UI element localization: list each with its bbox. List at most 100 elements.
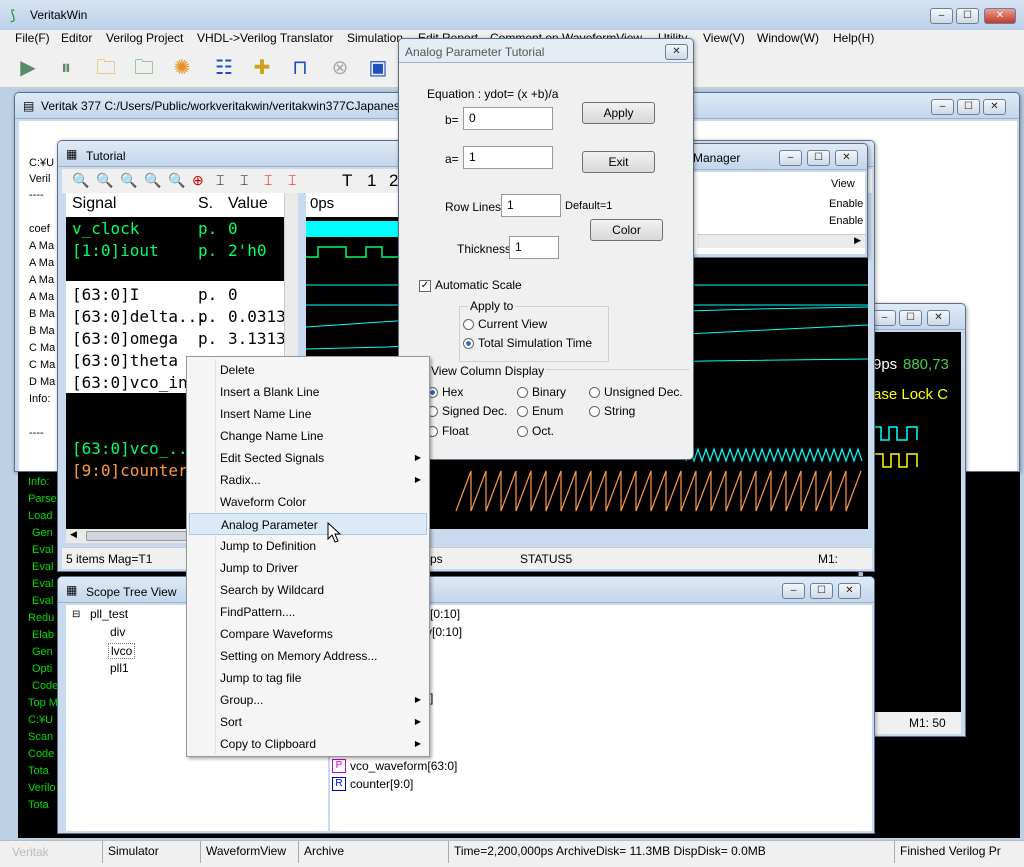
menu-item-edit-selected-signals[interactable]: Edit Sected Signals ▶ [187,447,429,469]
wave2-close-button[interactable]: ✕ [927,310,950,326]
menu-item-jump-to-definition[interactable]: Jump to Definition [187,535,429,557]
marker-1-icon[interactable]: ⌶ [216,172,224,189]
signal-row[interactable]: [63:0]I [72,285,139,304]
tree-collapse-icon[interactable]: ⊟ [72,609,80,620]
thickness-input[interactable]: 1 [509,236,559,259]
automatic-scale-checkbox[interactable]: ✓ Automatic Scale [419,278,522,292]
statusbar-waveformview[interactable]: WaveformView [200,841,296,863]
radix-oct-radio[interactable]: Oct. [517,424,554,438]
manager-close-button[interactable]: ✕ [835,150,858,166]
menu-item-delete[interactable]: Delete [187,359,429,381]
current-view-radio[interactable]: Current View [463,317,547,331]
color-button[interactable]: Color [590,219,663,241]
statusbar-simulator[interactable]: Simulator [102,841,198,863]
manager-row[interactable]: Enable [829,215,863,227]
folder-run-icon[interactable]: 🗀 [130,54,158,82]
close-button[interactable]: ✕ [984,8,1016,24]
zoom-prev-icon[interactable]: 🔍 [168,172,185,189]
toolbar-1-button[interactable]: 1 [367,171,376,191]
menu-item-jump-to-tag-file[interactable]: Jump to tag file [187,667,429,689]
scope-close-button[interactable]: ✕ [838,583,861,599]
header-value[interactable]: Value [228,195,268,213]
scope-signal[interactable]: counter[9:0] [350,777,413,791]
scope-signal[interactable]: vco_waveform[63:0] [350,759,457,773]
a-input[interactable]: 1 [463,146,553,169]
menu-item-find-pattern[interactable]: FindPattern.... [187,601,429,623]
project-max-button[interactable]: ☐ [957,99,980,115]
marker-4-icon[interactable]: ⌶ [288,172,296,189]
minimize-button[interactable]: – [930,8,953,24]
wave2-min-button[interactable]: – [873,310,896,326]
wave2-canvas[interactable]: 9ps 880,73 ase Lock C [863,332,961,712]
scope-min-button[interactable]: – [782,583,805,599]
exit-button[interactable]: Exit [582,151,655,173]
menu-item-waveform-color[interactable]: Waveform Color [187,491,429,513]
radix-binary-radio[interactable]: Binary [517,385,566,399]
marker-3-icon[interactable]: ⌶ [264,172,272,189]
radix-float-radio[interactable]: Float [427,424,469,438]
menu-item-copy-to-clipboard[interactable]: Copy to Clipboard ▶ [187,733,429,755]
wave2-max-button[interactable]: ☐ [899,310,922,326]
manager-row[interactable]: Enable [829,198,863,210]
add-signal-icon[interactable]: ✚ [248,54,276,82]
tree-node-selected[interactable]: lvco [108,643,136,659]
manager-max-button[interactable]: ☐ [807,150,830,166]
statusbar-archive[interactable]: Archive [298,841,446,863]
zoom-in-icon[interactable]: 🔍 [72,172,89,189]
header-signal[interactable]: Signal [72,195,116,213]
run-icon[interactable]: ▶ [14,54,42,82]
radix-string-radio[interactable]: String [589,404,635,418]
signal-row[interactable]: [63:0]theta [72,351,178,370]
tree-node-root[interactable]: pll_test [90,607,128,621]
scope-max-button[interactable]: ☐ [810,583,833,599]
zoom-out-icon[interactable]: 🔍 [96,172,113,189]
pause-icon[interactable]: ⏸ [52,54,80,82]
signal-row[interactable]: v_clock [72,219,139,238]
tree-node[interactable]: div [110,625,125,639]
signal-row[interactable]: [9:0]counter [72,461,188,480]
menu-item-search-by-wildcard[interactable]: Search by Wildcard [187,579,429,601]
radix-unsigned-radio[interactable]: Unsigned Dec. [589,385,683,399]
scroll-right-icon[interactable]: ▶ [854,235,861,246]
row-lines-input[interactable]: 1 [501,194,561,217]
menu-verilog-project[interactable]: Verilog Project [106,31,183,45]
manager-min-button[interactable]: – [779,150,802,166]
tree-node[interactable]: pll1 [110,661,129,675]
zoom-fit-icon[interactable]: 🔍 [120,172,137,189]
radix-hex-radio[interactable]: Hex [427,385,463,399]
menu-item-analog-parameter[interactable]: Analog Parameter [189,513,427,535]
menu-item-compare-waveforms[interactable]: Compare Waveforms [187,623,429,645]
dialog-close-button[interactable]: ✕ [665,44,688,60]
menu-simulation[interactable]: Simulation [347,31,403,45]
menu-item-sort[interactable]: Sort ▶ [187,711,429,733]
tree-icon[interactable]: ☷ [210,54,238,82]
menu-file[interactable]: File(F) [15,31,50,45]
manager-hscrollbar[interactable]: ▶ [697,234,865,248]
menu-item-insert-blank-line[interactable]: Insert a Blank Line [187,381,429,403]
menu-item-change-name-line[interactable]: Change Name Line [187,425,429,447]
signal-row[interactable]: [63:0]vco_in [72,373,188,392]
project-min-button[interactable]: – [931,99,954,115]
menu-item-radix[interactable]: Radix... ▶ [187,469,429,491]
signal-row[interactable]: [63:0]vco_... [72,439,197,458]
menu-window[interactable]: Window(W) [757,31,819,45]
cursor-icon[interactable]: ⊕ [192,172,204,189]
signal-row[interactable]: [63:0]delta... [72,307,207,326]
toolbar-t-button[interactable]: T [342,171,352,191]
b-input[interactable]: 0 [463,107,553,130]
menu-help[interactable]: Help(H) [833,31,874,45]
menu-item-insert-name-line[interactable]: Insert Name Line [187,403,429,425]
menu-item-memory-address[interactable]: Setting on Memory Address... [187,645,429,667]
zoom-area-icon[interactable]: 🔍 [144,172,161,189]
marker-2-icon[interactable]: ⌶ [240,172,248,189]
gear-icon[interactable]: ✺ [168,54,196,82]
menu-editor[interactable]: Editor [61,31,92,45]
stop-icon[interactable]: ⊗ [326,54,354,82]
scroll-left-icon[interactable]: ◀ [70,529,77,540]
menu-item-jump-to-driver[interactable]: Jump to Driver [187,557,429,579]
total-sim-radio[interactable]: Total Simulation Time [463,336,592,350]
header-s[interactable]: S. [198,195,213,213]
project-close-button[interactable]: ✕ [983,99,1006,115]
maximize-button[interactable]: ☐ [956,8,979,24]
save-icon[interactable]: ▣ [364,54,392,82]
